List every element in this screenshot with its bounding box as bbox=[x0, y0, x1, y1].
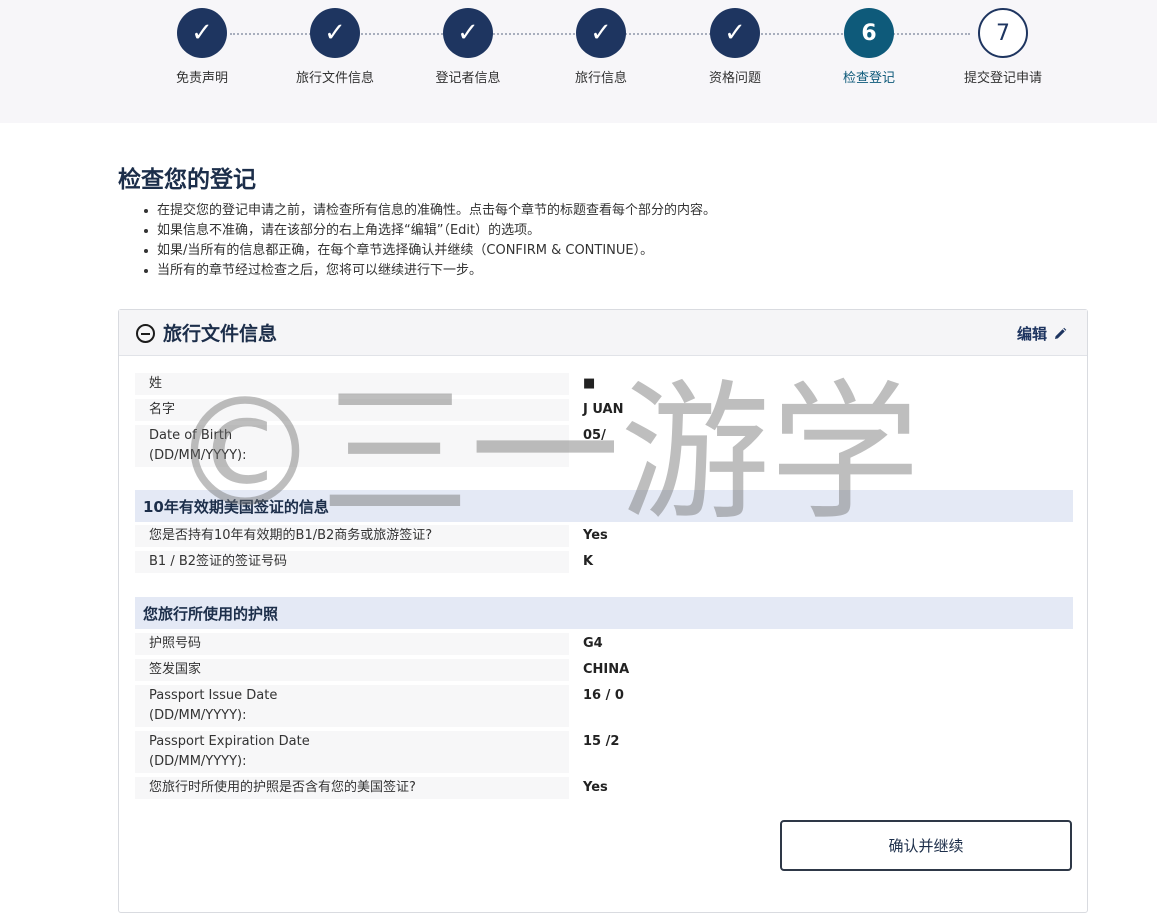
table-row: B1 / B2签证的签证号码 K bbox=[135, 551, 1073, 573]
confirm-continue-button[interactable]: 确认并继续 bbox=[780, 820, 1072, 871]
field-value: J UAN bbox=[583, 402, 624, 417]
field-label: Passport Expiration Date (DD/MM/YYYY): bbox=[135, 731, 569, 773]
pencil-icon bbox=[1055, 327, 1067, 339]
field-label: 姓 bbox=[135, 373, 569, 395]
step-label: 资格问题 bbox=[708, 71, 761, 86]
step-label: 检查登记 bbox=[842, 71, 895, 86]
field-label: 您旅行时所使用的护照是否含有您的美国签证? bbox=[135, 777, 569, 799]
step-label: 旅行信息 bbox=[574, 71, 627, 86]
step-review: 6 检查登记 bbox=[809, 8, 929, 86]
edit-button[interactable]: 编辑 bbox=[1017, 323, 1067, 344]
step-travel-info[interactable]: ✓ 旅行信息 bbox=[541, 8, 661, 86]
field-value: 16 / 0 bbox=[583, 688, 624, 703]
step-number: 7 bbox=[978, 8, 1028, 58]
instruction-item: 如果信息不准确，请在该部分的右上角选择“编辑”（Edit）的选项。 bbox=[140, 221, 716, 241]
passport-info-rows: 护照号码 G4 签发国家 CHINA Passport Issue Date (… bbox=[135, 633, 1073, 803]
instructions-list: 在提交您的登记申请之前，请检查所有信息的准确性。点击每个章节的标题查看每个部分的… bbox=[140, 201, 716, 281]
step-enrollee-info[interactable]: ✓ 登记者信息 bbox=[408, 8, 528, 86]
step-disclaimer[interactable]: ✓ 免责声明 bbox=[142, 8, 262, 86]
field-label: Date of Birth (DD/MM/YYYY): bbox=[135, 425, 569, 467]
table-row: 签发国家 CHINA bbox=[135, 659, 1073, 681]
table-row: 您旅行时所使用的护照是否含有您的美国签证? Yes bbox=[135, 777, 1073, 799]
table-row: 姓 ■ bbox=[135, 373, 1073, 395]
table-row: 您是否持有10年有效期的B1/B2商务或旅游签证? Yes bbox=[135, 525, 1073, 547]
travel-documents-panel: 旅行文件信息 编辑 姓 ■ 名字 J UAN Date of Birth (DD… bbox=[118, 309, 1088, 913]
table-row: Passport Issue Date (DD/MM/YYYY): 16 / 0 bbox=[135, 685, 1073, 727]
check-icon: ✓ bbox=[177, 8, 227, 58]
step-eligibility[interactable]: ✓ 资格问题 bbox=[675, 8, 795, 86]
instruction-item: 在提交您的登记申请之前，请检查所有信息的准确性。点击每个章节的标题查看每个部分的… bbox=[140, 201, 716, 221]
field-value: ■ bbox=[583, 376, 596, 391]
table-row: Date of Birth (DD/MM/YYYY): 05/ bbox=[135, 425, 1073, 467]
step-label: 提交登记申请 bbox=[963, 71, 1042, 86]
field-label: B1 / B2签证的签证号码 bbox=[135, 551, 569, 573]
panel-header[interactable]: 旅行文件信息 编辑 bbox=[119, 310, 1087, 356]
field-label: 您是否持有10年有效期的B1/B2商务或旅游签证? bbox=[135, 525, 569, 547]
table-row: 护照号码 G4 bbox=[135, 633, 1073, 655]
check-icon: ✓ bbox=[310, 8, 360, 58]
panel-title[interactable]: 旅行文件信息 bbox=[163, 319, 277, 346]
field-label: 签发国家 bbox=[135, 659, 569, 681]
field-value: 05/ bbox=[583, 428, 606, 443]
field-value: K bbox=[583, 554, 594, 569]
table-row: Passport Expiration Date (DD/MM/YYYY): 1… bbox=[135, 731, 1073, 773]
step-number: 6 bbox=[844, 8, 894, 58]
step-label: 旅行文件信息 bbox=[295, 71, 374, 86]
field-value: Yes bbox=[583, 780, 608, 795]
field-label: Passport Issue Date (DD/MM/YYYY): bbox=[135, 685, 569, 727]
field-label: 护照号码 bbox=[135, 633, 569, 655]
personal-info-rows: 姓 ■ 名字 J UAN Date of Birth (DD/MM/YYYY):… bbox=[135, 373, 1073, 471]
visa-info-rows: 您是否持有10年有效期的B1/B2商务或旅游签证? Yes B1 / B2签证的… bbox=[135, 525, 1073, 577]
field-value: CHINA bbox=[583, 662, 630, 677]
section-heading: 您旅行所使用的护照 bbox=[135, 597, 1073, 629]
field-value: G4 bbox=[583, 636, 603, 651]
check-icon: ✓ bbox=[576, 8, 626, 58]
table-row: 名字 J UAN bbox=[135, 399, 1073, 421]
step-label: 免责声明 bbox=[175, 71, 228, 86]
progress-stepper: ✓ 免责声明 ✓ 旅行文件信息 ✓ 登记者信息 ✓ 旅行信息 ✓ 资格问题 6 … bbox=[0, 0, 1157, 123]
check-icon: ✓ bbox=[710, 8, 760, 58]
section-heading: 10年有效期美国签证的信息 bbox=[135, 490, 1073, 522]
instruction-item: 如果/当所有的信息都正确，在每个章节选择确认并继续（CONFIRM & CONT… bbox=[140, 241, 716, 261]
field-value: Yes bbox=[583, 528, 608, 543]
page-title: 检查您的登记 bbox=[118, 167, 256, 193]
instruction-item: 当所有的章节经过检查之后，您将可以继续进行下一步。 bbox=[140, 261, 716, 281]
edit-label: 编辑 bbox=[1016, 325, 1047, 343]
field-value: 15 /2 bbox=[583, 734, 620, 749]
step-label: 登记者信息 bbox=[435, 71, 501, 86]
check-icon: ✓ bbox=[443, 8, 493, 58]
field-label: 名字 bbox=[135, 399, 569, 421]
collapse-icon[interactable] bbox=[136, 324, 155, 343]
step-submit: 7 提交登记申请 bbox=[943, 8, 1063, 86]
step-travel-documents[interactable]: ✓ 旅行文件信息 bbox=[275, 8, 395, 86]
